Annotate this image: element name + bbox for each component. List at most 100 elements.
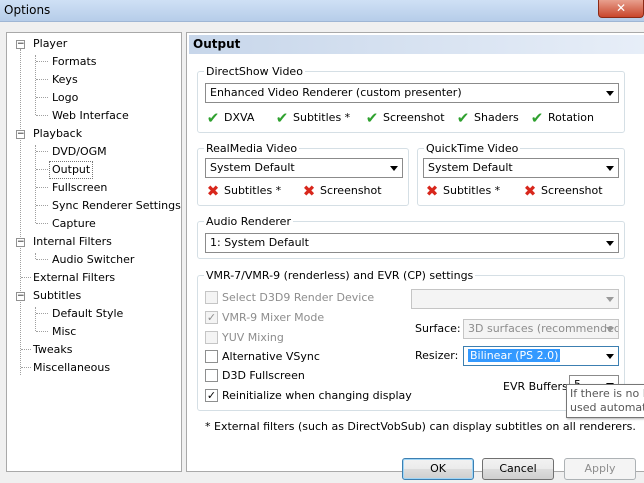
reinitialize-checkbox[interactable]: ✓ Reinitialize when changing display (205, 389, 425, 403)
tree-item-formats[interactable]: Formats (50, 54, 99, 70)
window-title: Options (4, 3, 51, 17)
checkbox-box (205, 369, 218, 382)
check-icon: ✔ (456, 109, 470, 127)
realmedia-renderer-select[interactable]: System Default (205, 158, 403, 178)
tree-branch-line (35, 307, 36, 331)
quicktime-renderer-select[interactable]: System Default (423, 158, 619, 178)
collapse-icon[interactable]: − (16, 292, 25, 301)
tree-item-output[interactable]: Output (48, 161, 94, 179)
tree-item-playback[interactable]: Playback (31, 126, 84, 142)
cross-icon: ✖ (302, 182, 316, 200)
cap-realmedia-subtitles: ✖ Subtitles * (205, 183, 291, 199)
cancel-button[interactable]: Cancel (482, 458, 554, 480)
checkbox-label: Alternative VSync (222, 350, 320, 363)
tree-connector (21, 367, 31, 368)
tree-item-audio-switcher[interactable]: Audio Switcher (50, 252, 136, 268)
vmr9-mixer-mode-checkbox[interactable]: ✓ VMR-9 Mixer Mode (205, 311, 405, 325)
tree-item-default-style[interactable]: Default Style (50, 306, 125, 322)
cap-label: Screenshot (320, 184, 382, 197)
cap-rotation: ✔ Rotation (529, 110, 601, 126)
resizer-label: Resizer: (415, 349, 459, 362)
cap-dxva: ✔ DXVA (205, 110, 265, 126)
cap-label: Subtitles * (443, 184, 501, 197)
d3d9-device-select[interactable] (411, 289, 619, 309)
tree-item-tweaks[interactable]: Tweaks (31, 342, 75, 358)
checkbox-label: VMR-9 Mixer Mode (222, 311, 325, 324)
collapse-icon[interactable]: − (16, 40, 25, 49)
tree-connector (36, 187, 48, 188)
tree-item-internal-filters[interactable]: Internal Filters (31, 234, 114, 250)
tree-item-fullscreen[interactable]: Fullscreen (50, 180, 109, 196)
realmedia-group-label: RealMedia Video (204, 142, 300, 155)
tree-item-keys[interactable]: Keys (50, 72, 80, 88)
audio-renderer-select[interactable]: 1: System Default (205, 233, 619, 253)
tree-connector (36, 151, 48, 152)
check-icon: ✔ (206, 109, 220, 127)
checkbox-label: Select D3D9 Render Device (222, 291, 375, 304)
collapse-icon[interactable]: − (16, 130, 25, 139)
checkbox-label: YUV Mixing (222, 331, 284, 344)
dialog-client: − Player Formats Keys Logo Web Interface… (0, 22, 644, 483)
surface-value: 3D surfaces (recommended) (468, 322, 619, 335)
tree-connector (36, 169, 48, 170)
tree-item-dvd-ogm[interactable]: DVD/OGM (50, 144, 109, 160)
realmedia-renderer-value: System Default (210, 161, 295, 174)
chevron-down-icon (606, 91, 614, 96)
quicktime-renderer-value: System Default (428, 161, 513, 174)
tree-connector (21, 277, 31, 278)
cross-icon: ✖ (206, 182, 220, 200)
tree-item-logo[interactable]: Logo (50, 90, 80, 106)
tree-item-player[interactable]: Player (31, 36, 69, 52)
yuv-mixing-checkbox[interactable]: YUV Mixing (205, 331, 405, 345)
checkmark-icon: ✓ (205, 311, 218, 324)
tree-connector (36, 205, 48, 206)
tree-item-misc[interactable]: Misc (50, 324, 78, 340)
checkbox-box (205, 331, 218, 344)
cap-quicktime-subtitles: ✖ Subtitles * (424, 183, 510, 199)
checkbox-box (205, 291, 218, 304)
cap-label: Subtitles * (293, 111, 351, 124)
cap-label: Shaders (474, 111, 519, 124)
tree-connector (36, 115, 48, 116)
surface-select[interactable]: 3D surfaces (recommended) (463, 319, 619, 339)
d3d-fullscreen-checkbox[interactable]: D3D Fullscreen (205, 369, 405, 383)
check-icon: ✔ (275, 109, 289, 127)
tree-item-sync-renderer-settings[interactable]: Sync Renderer Settings (50, 198, 183, 214)
tree-item-external-filters[interactable]: External Filters (31, 270, 117, 286)
surface-label: Surface: (415, 322, 461, 335)
tree-connector (21, 349, 31, 350)
resizer-value: Bilinear (PS 2.0) (468, 349, 561, 362)
close-button[interactable]: ✕ (598, 0, 644, 18)
vmr-settings-group-label: VMR-7/VMR-9 (renderless) and EVR (CP) se… (204, 269, 476, 282)
resizer-select[interactable]: Bilinear (PS 2.0) (463, 346, 619, 366)
tree-branch-line (35, 55, 36, 115)
checkbox-label: Reinitialize when changing display (222, 389, 412, 402)
tree-item-web-interface[interactable]: Web Interface (50, 108, 131, 124)
title-bar: Options ✕ (0, 0, 644, 22)
cap-subtitles: ✔ Subtitles * (274, 110, 354, 126)
close-icon: ✕ (615, 1, 627, 15)
tree-item-miscellaneous[interactable]: Miscellaneous (31, 360, 112, 376)
checkbox-box (205, 350, 218, 363)
alternative-vsync-checkbox[interactable]: Alternative VSync (205, 350, 405, 364)
tree-item-capture[interactable]: Capture (50, 216, 98, 232)
cap-label: Subtitles * (224, 184, 282, 197)
ok-button[interactable]: OK (402, 458, 474, 480)
cap-label: DXVA (224, 111, 255, 124)
page-title: Output (189, 35, 644, 54)
tree-item-subtitles[interactable]: Subtitles (31, 288, 83, 304)
chevron-down-icon (390, 166, 398, 171)
directshow-renderer-select[interactable]: Enhanced Video Renderer (custom presente… (205, 83, 619, 103)
checkmark-icon: ✓ (205, 389, 218, 402)
tooltip-line-2: used automati (570, 401, 644, 414)
options-tree: − Player Formats Keys Logo Web Interface… (6, 32, 182, 472)
select-d3d9-device-checkbox[interactable]: Select D3D9 Render Device (205, 291, 405, 305)
cap-screenshot: ✔ Screenshot (364, 110, 450, 126)
tree-root-line (20, 49, 21, 375)
quicktime-group-label: QuickTime Video (424, 142, 521, 155)
external-filters-note: * External filters (such as DirectVobSub… (205, 420, 636, 433)
apply-button[interactable]: Apply (564, 458, 636, 480)
chevron-down-icon (606, 327, 614, 332)
collapse-icon[interactable]: − (16, 238, 25, 247)
chevron-down-icon (606, 166, 614, 171)
